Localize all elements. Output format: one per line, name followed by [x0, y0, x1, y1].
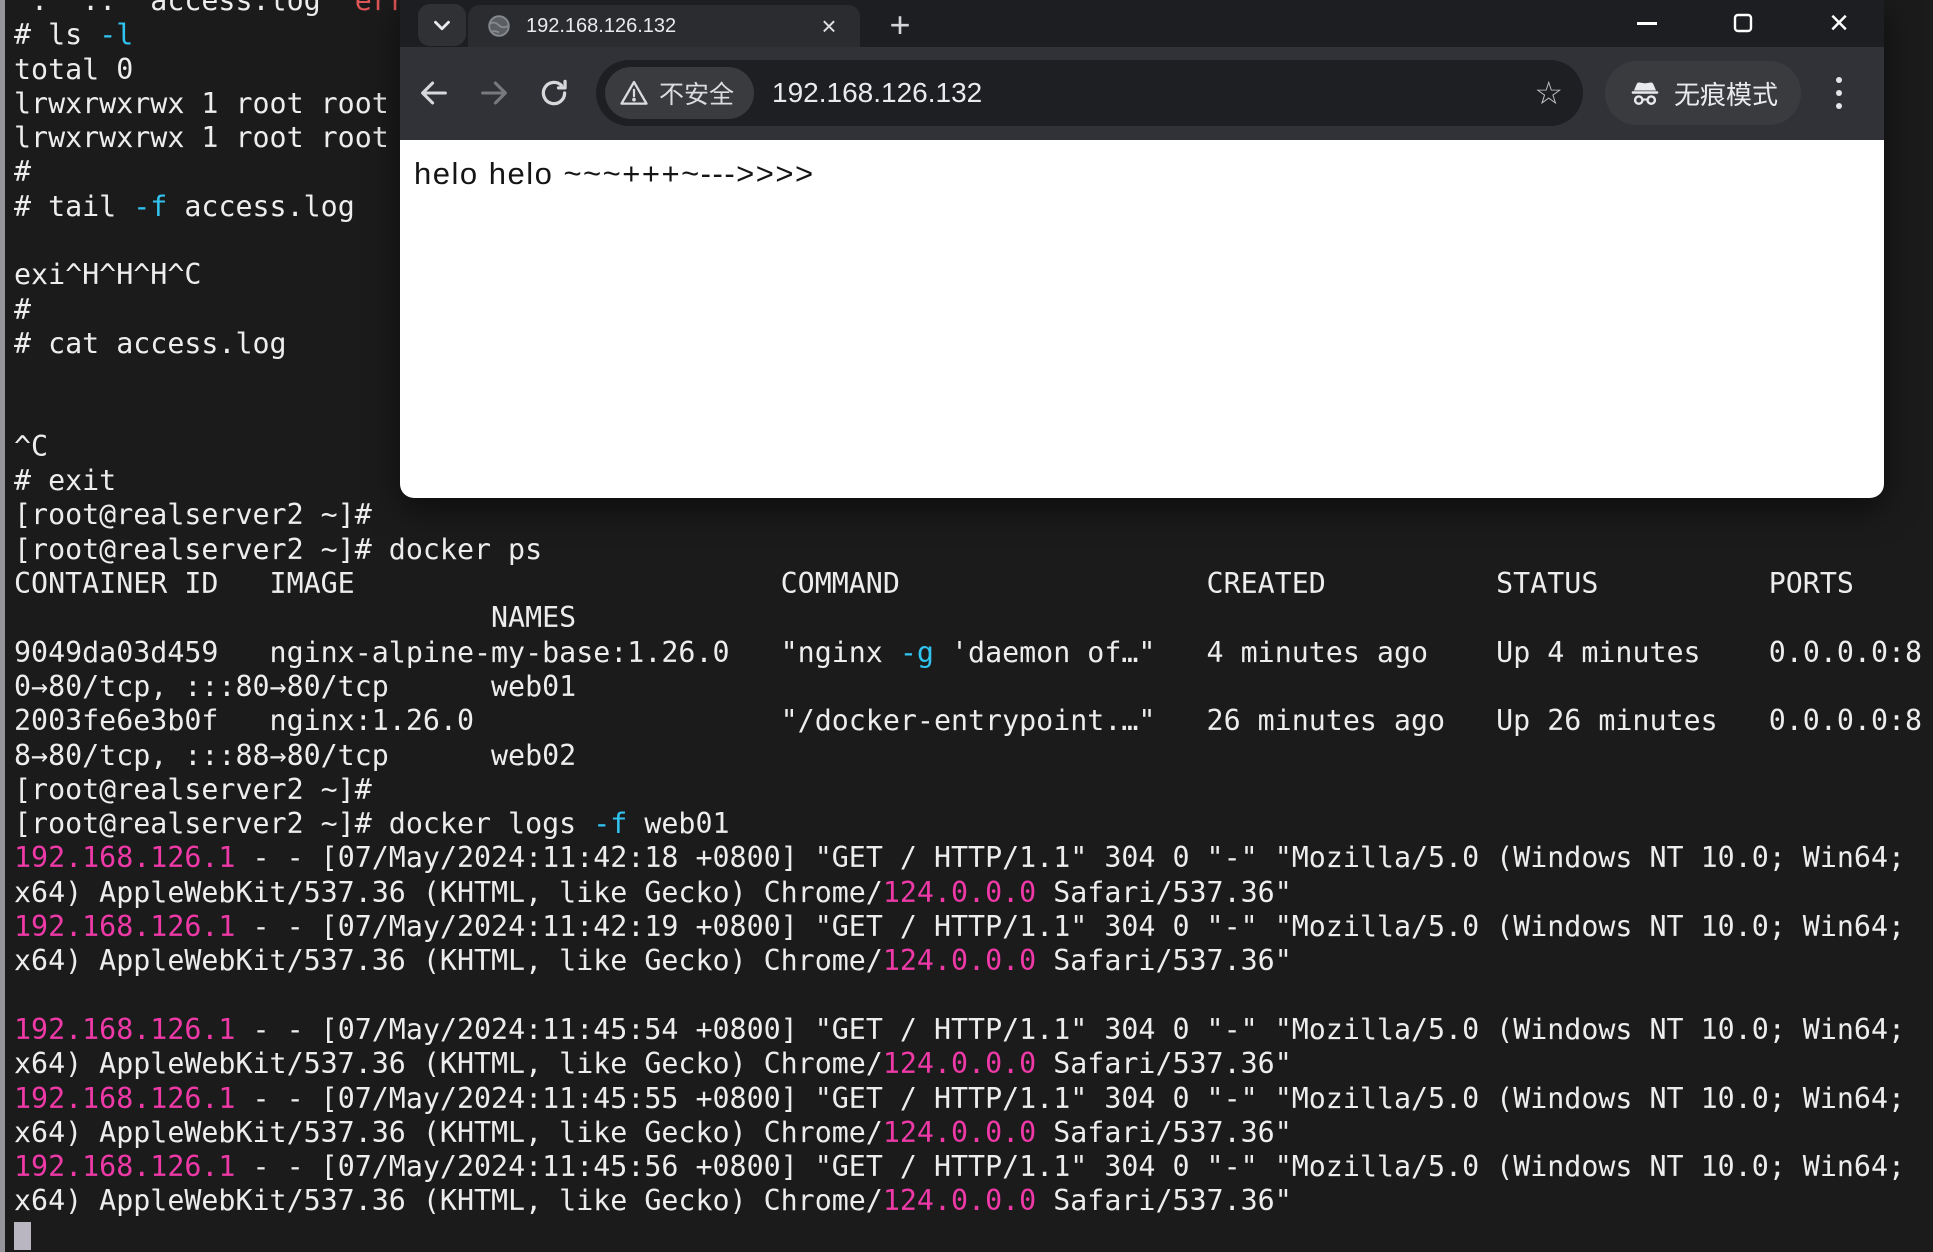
security-chip[interactable]: 不安全 [605, 67, 754, 119]
minimize-icon [1637, 22, 1657, 25]
terminal-line: x64) AppleWebKit/537.36 (KHTML, like Gec… [14, 876, 1922, 910]
security-label: 不安全 [659, 75, 734, 111]
new-tab-button[interactable]: + [878, 6, 922, 46]
tab-close-button[interactable]: × [814, 13, 844, 39]
star-icon: ☆ [1534, 74, 1563, 112]
terminal-line: 192.168.126.1 - - [07/May/2024:11:45:54 … [14, 1013, 1922, 1047]
close-icon: × [1829, 4, 1849, 43]
globe-icon [486, 13, 512, 39]
tab-strip: 192.168.126.132 × + × [400, 0, 1884, 47]
terminal-line: 192.168.126.1 - - [07/May/2024:11:42:18 … [14, 841, 1922, 875]
terminal-line: x64) AppleWebKit/537.36 (KHTML, like Gec… [14, 1184, 1922, 1218]
terminal-line: x64) AppleWebKit/537.36 (KHTML, like Gec… [14, 1047, 1922, 1081]
kebab-menu-icon [1836, 103, 1842, 109]
reload-icon [537, 76, 571, 110]
terminal-line [14, 979, 1922, 1013]
terminal-line: [root@realserver2 ~]# [14, 498, 1922, 532]
maximize-button[interactable] [1712, 0, 1774, 46]
terminal-line: 0→80/tcp, :::80→80/tcp web01 [14, 670, 1922, 704]
browser-toolbar: 不安全 192.168.126.132 ☆ 无痕模式 [400, 47, 1884, 140]
terminal-line: 8→80/tcp, :::88→80/tcp web02 [14, 739, 1922, 773]
tab-title: 192.168.126.132 [526, 15, 814, 38]
incognito-icon [1628, 76, 1662, 110]
terminal-line: 192.168.126.1 - - [07/May/2024:11:45:55 … [14, 1082, 1922, 1116]
screen: { "terminal": { "colors": { "w": "#edede… [0, 0, 1933, 1252]
terminal-cursor [14, 1222, 31, 1250]
reload-button[interactable] [530, 69, 578, 117]
web-page: helo helo ~~~+++~--->>>> [400, 140, 1884, 498]
terminal-line: CONTAINER ID IMAGE COMMAND CREATED STATU… [14, 567, 1922, 601]
forward-button[interactable] [470, 69, 518, 117]
incognito-label: 无痕模式 [1674, 75, 1778, 112]
tab-search-button[interactable] [418, 4, 466, 46]
close-window-button[interactable]: × [1808, 0, 1870, 46]
terminal-line: [root@realserver2 ~]# docker ps [14, 533, 1922, 567]
page-text: helo helo ~~~+++~--->>>> [414, 156, 815, 192]
incognito-badge: 无痕模式 [1605, 61, 1801, 125]
back-button[interactable] [410, 69, 458, 117]
kebab-menu-icon [1836, 90, 1842, 96]
terminal-line: [root@realserver2 ~]# [14, 773, 1922, 807]
back-arrow-icon [417, 76, 451, 110]
terminal-line: x64) AppleWebKit/537.36 (KHTML, like Gec… [14, 1116, 1922, 1150]
terminal-line: x64) AppleWebKit/537.36 (KHTML, like Gec… [14, 944, 1922, 978]
forward-arrow-icon [477, 76, 511, 110]
terminal-line: 192.168.126.1 - - [07/May/2024:11:42:19 … [14, 910, 1922, 944]
kebab-menu-icon [1836, 77, 1842, 83]
terminal-line [14, 1219, 1922, 1252]
tab[interactable]: 192.168.126.132 × [468, 5, 860, 47]
chevron-down-icon [429, 12, 455, 38]
warning-icon [619, 78, 649, 108]
terminal-line: 192.168.126.1 - - [07/May/2024:11:45:56 … [14, 1150, 1922, 1184]
minimize-button[interactable] [1616, 0, 1678, 46]
terminal-line: NAMES [14, 601, 1922, 635]
address-bar[interactable]: 不安全 192.168.126.132 ☆ [596, 60, 1583, 126]
browser-window: 192.168.126.132 × + × 不 [400, 0, 1884, 498]
terminal-line: [root@realserver2 ~]# docker logs -f web… [14, 807, 1922, 841]
bookmark-star-button[interactable]: ☆ [1534, 74, 1563, 112]
terminal-line: 2003fe6e3b0f nginx:1.26.0 "/docker-entry… [14, 704, 1922, 738]
terminal-line: 9049da03d459 nginx-alpine-my-base:1.26.0… [14, 636, 1922, 670]
plus-icon: + [889, 4, 910, 45]
maximize-icon [1731, 11, 1755, 35]
menu-button[interactable] [1824, 69, 1854, 117]
url-text: 192.168.126.132 [772, 77, 1534, 109]
close-icon: × [821, 11, 836, 41]
